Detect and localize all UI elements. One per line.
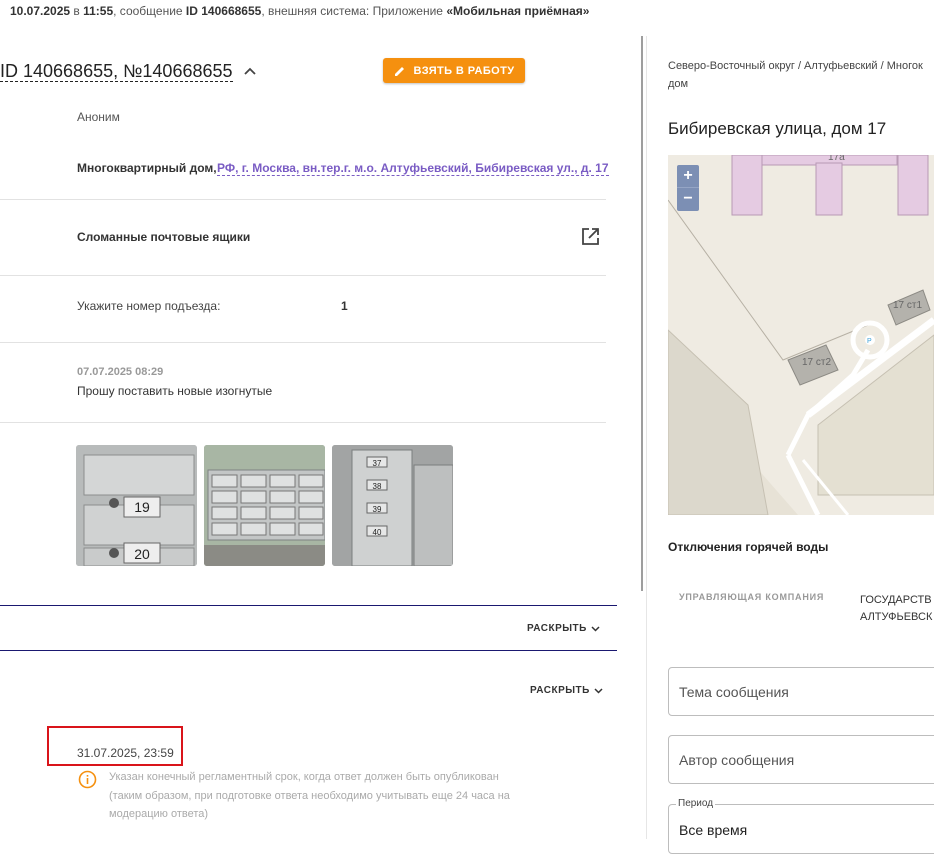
chevron-down-icon bbox=[591, 626, 600, 632]
deadline-note-line: (таким образом, при подготовке ответа не… bbox=[109, 790, 510, 802]
zoom-out-button[interactable]: − bbox=[677, 188, 699, 210]
take-to-work-label: ВЗЯТЬ В РАБОТУ bbox=[413, 64, 515, 77]
mailbox-number: 40 bbox=[373, 528, 382, 537]
map-view[interactable]: 17а 17 ст2 17 ст1 P bbox=[668, 155, 934, 515]
open-external-icon[interactable] bbox=[581, 227, 600, 246]
section-divider bbox=[0, 650, 617, 651]
ticket-title[interactable]: ID 140668655, №140668655 bbox=[0, 61, 233, 82]
mgmt-company-label: УПРАВЛЯЮЩАЯ КОМПАНИЯ bbox=[679, 592, 825, 602]
photo-thumbnail-1[interactable]: 19 20 bbox=[76, 445, 197, 566]
mgmt-company-value-continued: АЛТУФЬЕВСК bbox=[860, 611, 933, 623]
comment-text: Прошу поставить новые изогнутые bbox=[77, 384, 273, 398]
pencil-icon bbox=[394, 66, 404, 76]
author-name: Аноним bbox=[77, 110, 120, 124]
period-value: Все время bbox=[679, 822, 748, 838]
divider bbox=[0, 275, 606, 276]
zoom-in-button[interactable]: + bbox=[677, 165, 699, 188]
entrance-label: Укажите номер подъезда: bbox=[77, 299, 221, 313]
chevron-up-icon[interactable] bbox=[243, 64, 257, 78]
mailbox-number: 19 bbox=[134, 499, 150, 515]
mailbox-number: 20 bbox=[134, 546, 150, 562]
deadline-note-line: Указан конечный регламентный срок, когда… bbox=[109, 771, 499, 783]
period-select[interactable]: Период Все время bbox=[668, 798, 934, 854]
expand-button[interactable]: РАСКРЫТЬ bbox=[530, 685, 603, 696]
building-label: 17 ст1 bbox=[893, 300, 922, 311]
divider bbox=[0, 342, 606, 343]
top-info-bar: 10.07.2025 в 11:55, сообщение ID 1406686… bbox=[0, 0, 934, 24]
author-input[interactable]: Автор сообщения bbox=[668, 735, 934, 784]
building-label: 17 ст2 bbox=[802, 357, 831, 368]
info-icon bbox=[78, 770, 97, 789]
expand-label: РАСКРЫТЬ bbox=[527, 623, 587, 634]
object-type: Многоквартирный дом, bbox=[77, 161, 217, 175]
expand-button[interactable]: РАСКРЫТЬ bbox=[527, 623, 600, 634]
mailbox-number: 38 bbox=[373, 482, 382, 491]
breadcrumb: Северо-Восточный округ / Алтуфьевский / … bbox=[668, 60, 923, 72]
breadcrumb-continued: дом bbox=[668, 78, 689, 90]
divider bbox=[0, 199, 606, 200]
top-info-text: 10.07.2025 в 11:55, сообщение ID 1406686… bbox=[10, 4, 590, 18]
chevron-down-icon bbox=[594, 688, 603, 694]
photo-thumbnail-2[interactable] bbox=[204, 445, 325, 566]
topic-placeholder: Тема сообщения bbox=[679, 684, 789, 700]
divider bbox=[0, 422, 606, 423]
mgmt-company-value: ГОСУДАРСТВ bbox=[860, 594, 932, 606]
section-divider bbox=[0, 605, 617, 606]
deadline-date: 31.07.2025, 23:59 bbox=[77, 746, 174, 760]
map-zoom-control: + − bbox=[677, 165, 699, 211]
hot-water-title: Отключения горячей воды bbox=[668, 540, 829, 554]
panel-divider bbox=[646, 36, 647, 839]
address-link[interactable]: РФ, г. Москва, вн.тер.г. м.о. Алтуфьевск… bbox=[217, 161, 609, 176]
panel-scrollbar[interactable] bbox=[641, 36, 643, 591]
deadline-note-line: модерацию ответа) bbox=[109, 808, 209, 820]
expand-label: РАСКРЫТЬ bbox=[530, 685, 590, 696]
photo-thumbnail-3[interactable]: 37 38 39 40 bbox=[332, 445, 453, 566]
mailbox-number: 39 bbox=[373, 505, 382, 514]
topic-input[interactable]: Тема сообщения bbox=[668, 667, 934, 716]
mailbox-number: 37 bbox=[373, 459, 382, 468]
entrance-value: 1 bbox=[341, 299, 348, 313]
comment-date: 07.07.2025 08:29 bbox=[77, 366, 164, 378]
building-label: 17а bbox=[828, 155, 845, 163]
author-placeholder: Автор сообщения bbox=[679, 752, 795, 768]
problem-title: Сломанные почтовые ящики bbox=[77, 230, 251, 244]
period-label: Период bbox=[676, 798, 716, 809]
parking-label: P bbox=[867, 338, 872, 345]
address-title: Бибиревская улица, дом 17 bbox=[668, 119, 887, 138]
take-to-work-button[interactable]: ВЗЯТЬ В РАБОТУ bbox=[383, 58, 525, 83]
